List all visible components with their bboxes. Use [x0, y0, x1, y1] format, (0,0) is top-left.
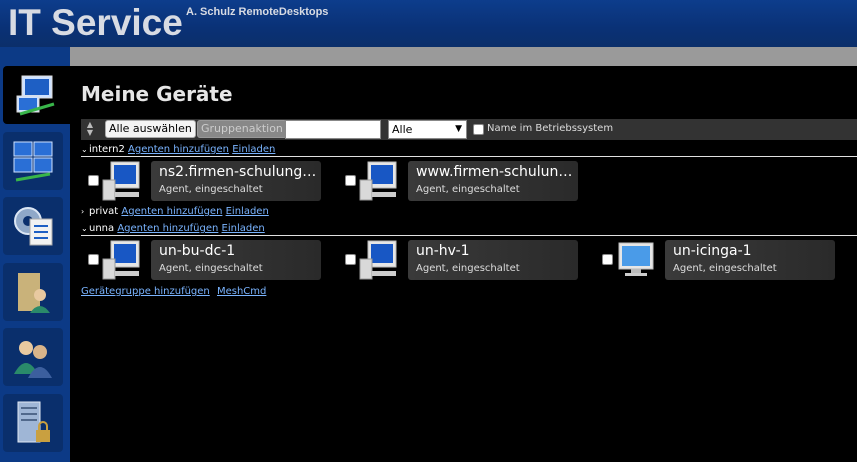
- chevron-right-icon[interactable]: ›: [81, 205, 89, 218]
- server-lock-icon: [17, 401, 50, 443]
- network-devices-icon: [16, 75, 54, 116]
- search-input[interactable]: [285, 120, 381, 139]
- device-tile[interactable]: un-hv-1 Agent, eingeschaltet: [338, 239, 588, 281]
- device-checkbox[interactable]: [88, 254, 99, 265]
- top-bar: [70, 47, 857, 66]
- chevron-down-icon[interactable]: ⌄: [81, 143, 89, 156]
- chevron-down-icon[interactable]: ⌄: [81, 222, 89, 235]
- device-state: Agent, eingeschaltet: [416, 184, 520, 195]
- multi-computer-icon: [13, 141, 53, 182]
- device-state: Agent, eingeschaltet: [159, 263, 263, 274]
- device-name[interactable]: ns2.firmen-schulungen...: [159, 164, 324, 180]
- device-tile[interactable]: un-bu-dc-1 Agent, eingeschaltet: [81, 239, 331, 281]
- group-name: unna: [89, 223, 115, 234]
- device-state: Agent, eingeschaltet: [673, 263, 777, 274]
- invite-link[interactable]: Einladen: [222, 223, 265, 234]
- group-header-unna: ⌄unna Agenten hinzufügen Einladen: [81, 222, 857, 236]
- add-agent-link[interactable]: Agenten hinzufügen: [128, 144, 229, 155]
- computer-icon: [102, 240, 140, 280]
- user-folder-icon: [18, 273, 50, 313]
- add-agent-link[interactable]: Agenten hinzufügen: [117, 223, 218, 234]
- group-name: privat: [89, 206, 119, 217]
- os-name-label: Name im Betriebssystem: [487, 123, 614, 134]
- device-state: Agent, eingeschaltet: [416, 263, 520, 274]
- add-agent-link[interactable]: Agenten hinzufügen: [121, 206, 222, 217]
- device-checkbox[interactable]: [345, 254, 356, 265]
- sort-icon[interactable]: ▲ ▼: [85, 121, 95, 138]
- device-tile[interactable]: un-icinga-1 Agent, eingeschaltet: [595, 239, 845, 281]
- invite-link[interactable]: Einladen: [232, 144, 275, 155]
- computer-icon: [102, 161, 140, 201]
- device-checkbox[interactable]: [345, 175, 356, 186]
- chevron-down-icon: ▼: [455, 124, 462, 134]
- computer-icon: [359, 240, 397, 280]
- add-device-group-link[interactable]: Gerätegruppe hinzufügen: [81, 286, 210, 297]
- nav-settings[interactable]: [3, 197, 63, 255]
- device-toolbar: ▲ ▼ Alle auswählen Gruppenaktion Alle ▼ N…: [81, 119, 857, 140]
- group-header-privat: › privat Agenten hinzufügen Einladen: [81, 205, 857, 219]
- nav-server[interactable]: [3, 394, 63, 452]
- monitor-icon: [618, 242, 654, 276]
- users-icon: [14, 341, 52, 378]
- device-name[interactable]: un-icinga-1: [673, 243, 838, 259]
- page-title: Meine Geräte: [81, 82, 233, 106]
- group-name: intern2: [89, 144, 125, 155]
- meshcmd-link[interactable]: MeshCmd: [217, 286, 266, 297]
- footer-links: Gerätegruppe hinzufügen MeshCmd: [81, 286, 270, 297]
- group-action-button[interactable]: Gruppenaktion: [197, 120, 287, 138]
- app-title: IT Service: [8, 2, 183, 43]
- select-all-button[interactable]: Alle auswählen: [105, 120, 196, 138]
- invite-link[interactable]: Einladen: [226, 206, 269, 217]
- computer-icon: [359, 161, 397, 201]
- nav-my-devices[interactable]: [3, 66, 70, 124]
- nav-files[interactable]: [3, 263, 63, 321]
- group-header-intern2: ⌄intern2 Agenten hinzufügen Einladen: [81, 143, 857, 157]
- settings-gear-icon: [14, 207, 53, 246]
- device-name[interactable]: un-hv-1: [416, 243, 581, 259]
- device-name[interactable]: www.firmen-schulunge...: [416, 164, 581, 180]
- left-nav: [0, 47, 70, 462]
- filter-select[interactable]: Alle ▼: [388, 120, 467, 139]
- device-tile[interactable]: ns2.firmen-schulungen... Agent, eingesch…: [81, 160, 331, 202]
- os-name-checkbox[interactable]: [473, 124, 484, 135]
- device-checkbox[interactable]: [88, 175, 99, 186]
- device-state: Agent, eingeschaltet: [159, 184, 263, 195]
- device-checkbox[interactable]: [602, 254, 613, 265]
- app-subtitle: A. Schulz RemoteDesktops: [186, 6, 329, 18]
- filter-select-value: Alle: [392, 123, 413, 136]
- nav-device-groups[interactable]: [3, 132, 63, 190]
- device-tile[interactable]: www.firmen-schulunge... Agent, eingescha…: [338, 160, 588, 202]
- nav-users[interactable]: [3, 328, 63, 386]
- app-header: IT Service A. Schulz RemoteDesktops: [0, 0, 857, 47]
- device-name[interactable]: un-bu-dc-1: [159, 243, 324, 259]
